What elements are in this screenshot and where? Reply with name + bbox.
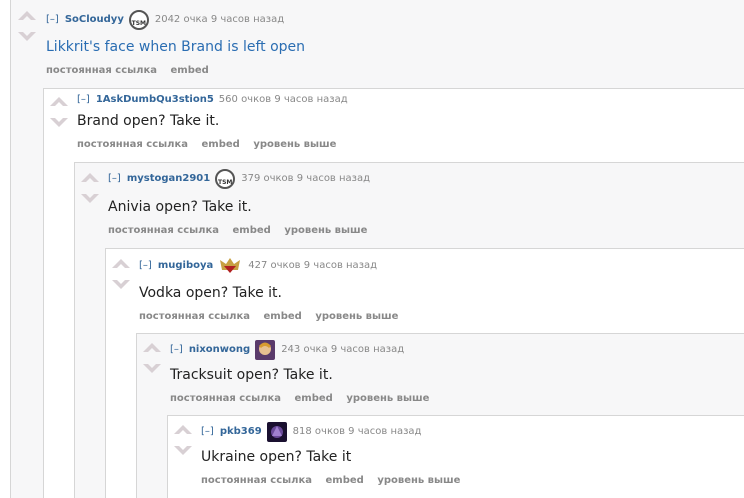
comment-body: Vodka open? Take it. bbox=[139, 285, 282, 301]
downvote-arrow-icon[interactable] bbox=[49, 114, 69, 128]
comment-body: Tracksuit open? Take it. bbox=[170, 367, 333, 383]
vote-arrows bbox=[173, 424, 195, 458]
upvote-arrow-icon[interactable] bbox=[17, 10, 37, 24]
comment-tagline: [–] nixonwong 243 очка 9 часов назад bbox=[170, 340, 404, 360]
upvote-arrow-icon[interactable] bbox=[49, 96, 69, 110]
permalink-button[interactable]: постоянная ссылка bbox=[46, 65, 157, 76]
upvote-arrow-icon[interactable] bbox=[80, 172, 100, 186]
comment-buttons: постоянная ссылка embed уровень выше bbox=[108, 224, 377, 238]
permalink-button[interactable]: постоянная ссылка bbox=[201, 475, 312, 486]
author-link[interactable]: mugiboya bbox=[158, 259, 213, 273]
vote-arrows bbox=[17, 10, 39, 44]
permalink-button[interactable]: постоянная ссылка bbox=[108, 225, 219, 236]
comment-body: Brand open? Take it. bbox=[77, 113, 220, 129]
score-and-time: 379 очков 9 часов назад bbox=[241, 173, 371, 184]
vote-arrows bbox=[49, 96, 71, 130]
collapse-toggle[interactable]: [–] bbox=[77, 93, 90, 107]
embed-button[interactable]: embed bbox=[264, 311, 302, 322]
collapse-toggle[interactable]: [–] bbox=[139, 259, 152, 273]
author-link[interactable]: nixonwong bbox=[189, 343, 250, 357]
comment-buttons: постоянная ссылка embed уровень выше bbox=[77, 138, 346, 152]
comment-tagline: [–] pkb369 818 очков 9 часов назад bbox=[201, 422, 421, 442]
downvote-arrow-icon[interactable] bbox=[142, 360, 162, 374]
comment-body: Ukraine open? Take it bbox=[201, 449, 352, 465]
embed-button[interactable]: embed bbox=[202, 139, 240, 150]
permalink-button[interactable]: постоянная ссылка bbox=[139, 311, 250, 322]
upvote-arrow-icon[interactable] bbox=[173, 424, 193, 438]
vote-arrows bbox=[80, 172, 102, 206]
embed-button[interactable]: embed bbox=[295, 393, 333, 404]
tsm-logo-icon bbox=[128, 10, 149, 31]
score-and-time: 560 очков 9 часов назад bbox=[218, 94, 348, 105]
vote-arrows bbox=[142, 342, 164, 376]
comment-buttons: постоянная ссылка embed уровень выше bbox=[139, 310, 408, 324]
downvote-arrow-icon[interactable] bbox=[17, 28, 37, 42]
collapse-toggle[interactable]: [–] bbox=[108, 172, 121, 186]
upvote-arrow-icon[interactable] bbox=[111, 258, 131, 272]
parent-button[interactable]: уровень выше bbox=[315, 311, 398, 322]
embed-button[interactable]: embed bbox=[233, 225, 271, 236]
comment-tagline: [–] mystogan2901 379 очков 9 часов назад bbox=[108, 169, 371, 190]
parent-button[interactable]: уровень выше bbox=[253, 139, 336, 150]
downvote-arrow-icon[interactable] bbox=[173, 442, 193, 456]
comment-tagline: [–] mugiboya 427 очков 9 часов назад bbox=[139, 256, 377, 276]
champion-portrait-icon bbox=[255, 340, 276, 360]
permalink-button[interactable]: постоянная ссылка bbox=[170, 393, 281, 404]
parent-button[interactable]: уровень выше bbox=[346, 393, 429, 404]
collapse-toggle[interactable]: [–] bbox=[201, 425, 214, 439]
parent-button[interactable]: уровень выше bbox=[284, 225, 367, 236]
comment-tagline: [–] 1AskDumbQu3stion5 560 очков 9 часов … bbox=[77, 93, 348, 107]
score-and-time: 2042 очка 9 часов назад bbox=[154, 14, 285, 25]
skt-logo-icon bbox=[218, 256, 242, 276]
downvote-arrow-icon[interactable] bbox=[111, 276, 131, 290]
comment-body: Anivia open? Take it. bbox=[108, 199, 252, 215]
author-link[interactable]: SoCloudyy bbox=[65, 13, 124, 27]
comment-thread: [–] SoCloudyy 2042 очка 9 часов назад Li… bbox=[0, 0, 744, 498]
comment-body[interactable]: Likkrit's face when Brand is left open bbox=[46, 38, 305, 56]
author-link[interactable]: mystogan2901 bbox=[127, 172, 210, 186]
score-and-time: 818 очков 9 часов назад bbox=[292, 426, 422, 437]
champion-portrait-icon bbox=[266, 422, 287, 442]
comment-buttons: постоянная ссылка embed bbox=[46, 64, 219, 78]
author-link[interactable]: 1AskDumbQu3stion5 bbox=[96, 93, 214, 107]
upvote-arrow-icon[interactable] bbox=[142, 342, 162, 356]
permalink-button[interactable]: постоянная ссылка bbox=[77, 139, 188, 150]
embed-button[interactable]: embed bbox=[326, 475, 364, 486]
vote-arrows bbox=[111, 258, 133, 292]
parent-button[interactable]: уровень выше bbox=[377, 475, 460, 486]
score-and-time: 243 очка 9 часов назад bbox=[281, 344, 405, 355]
comment-buttons: постоянная ссылка embed уровень выше bbox=[201, 474, 470, 488]
comment-buttons: постоянная ссылка embed уровень выше bbox=[170, 392, 439, 406]
collapse-toggle[interactable]: [–] bbox=[46, 13, 59, 27]
collapse-toggle[interactable]: [–] bbox=[170, 343, 183, 357]
embed-button[interactable]: embed bbox=[171, 65, 209, 76]
author-link[interactable]: pkb369 bbox=[220, 425, 262, 439]
downvote-arrow-icon[interactable] bbox=[80, 190, 100, 204]
score-and-time: 427 очков 9 часов назад bbox=[248, 260, 378, 271]
comment-tagline: [–] SoCloudyy 2042 очка 9 часов назад bbox=[46, 10, 285, 31]
tsm-logo-icon bbox=[215, 169, 236, 190]
